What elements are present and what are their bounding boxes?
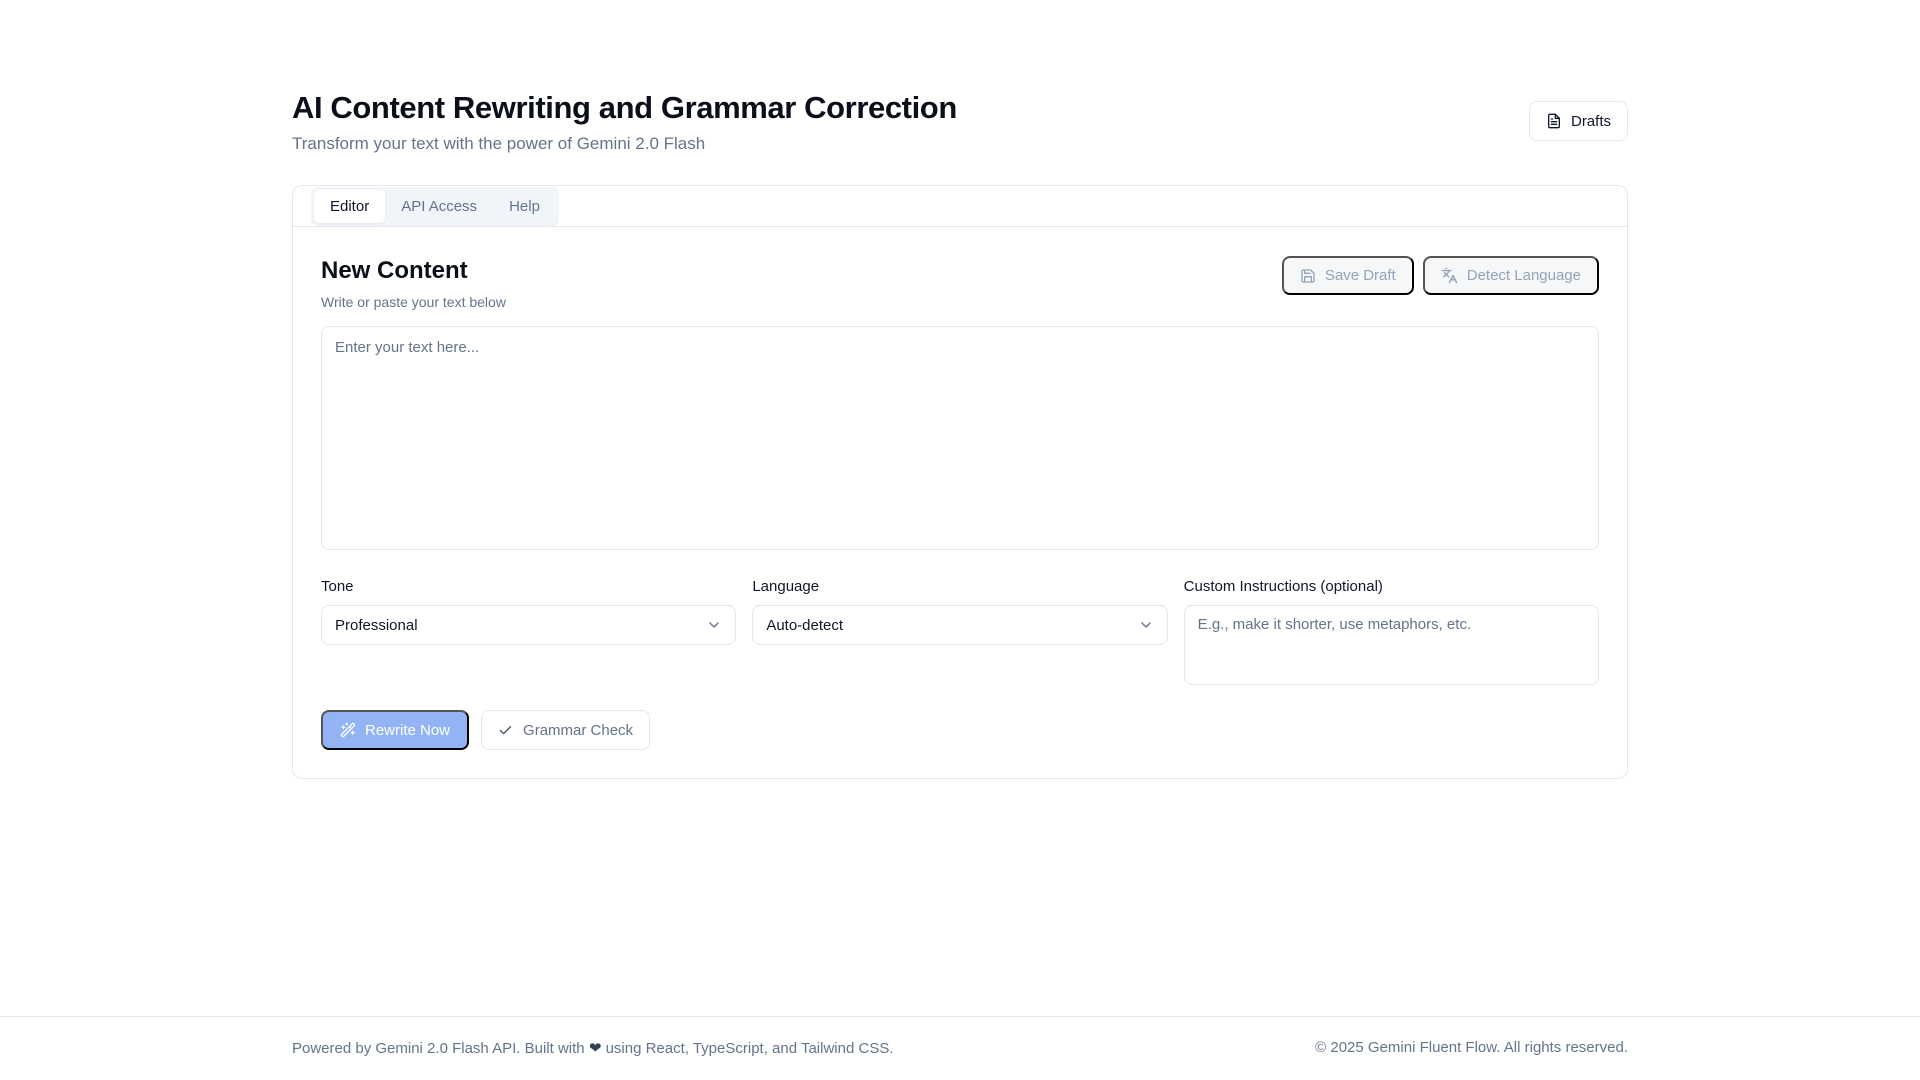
language-field: Language Auto-detect bbox=[752, 578, 1168, 690]
save-icon bbox=[1300, 268, 1316, 284]
rewrite-now-label: Rewrite Now bbox=[365, 721, 451, 739]
page-footer: Powered by Gemini 2.0 Flash API. Built w… bbox=[0, 1016, 1920, 1080]
language-label: Language bbox=[752, 578, 820, 595]
section-subtitle: Write or paste your text below bbox=[321, 294, 506, 310]
file-text-icon bbox=[1546, 113, 1562, 129]
options-row: Tone Professional Language Auto-detect C… bbox=[321, 578, 1599, 690]
custom-instructions-field: Custom Instructions (optional) bbox=[1183, 578, 1599, 690]
tab-editor[interactable]: Editor bbox=[314, 190, 386, 223]
custom-instructions-input[interactable] bbox=[1183, 605, 1599, 685]
page-title: AI Content Rewriting and Grammar Correct… bbox=[292, 90, 957, 125]
tab-api-access[interactable]: API Access bbox=[385, 190, 493, 223]
section-title: New Content bbox=[321, 257, 468, 284]
tone-field: Tone Professional bbox=[321, 578, 737, 690]
chevron-down-icon bbox=[706, 617, 722, 633]
drafts-label: Drafts bbox=[1570, 112, 1611, 130]
check-icon bbox=[498, 723, 513, 738]
footer-credits-suffix: using React, TypeScript, and Tailwind CS… bbox=[605, 1040, 894, 1057]
header-text: AI Content Rewriting and Grammar Correct… bbox=[292, 86, 957, 154]
save-draft-button[interactable]: Save Draft bbox=[1281, 256, 1414, 295]
grammar-check-button[interactable]: Grammar Check bbox=[481, 710, 651, 750]
editor-card: Editor API Access Help New Content Write… bbox=[292, 185, 1628, 779]
drafts-button[interactable]: Drafts bbox=[1528, 101, 1628, 141]
detect-language-button[interactable]: Detect Language bbox=[1422, 256, 1599, 295]
page-header: AI Content Rewriting and Grammar Correct… bbox=[292, 86, 1628, 154]
tone-value: Professional bbox=[335, 616, 418, 634]
grammar-check-label: Grammar Check bbox=[523, 721, 634, 739]
page-subtitle: Transform your text with the power of Ge… bbox=[292, 134, 706, 153]
editor-actions: Save Draft Detect Language bbox=[1281, 256, 1599, 310]
primary-actions: Rewrite Now Grammar Check bbox=[321, 710, 651, 750]
footer-copyright: © 2025 Gemini Fluent Flow. All rights re… bbox=[1315, 1039, 1628, 1056]
custom-instructions-label: Custom Instructions (optional) bbox=[1183, 578, 1383, 595]
tone-select[interactable]: Professional bbox=[321, 605, 737, 645]
app-page: AI Content Rewriting and Grammar Correct… bbox=[0, 0, 1920, 1080]
editor-section-header: New Content Write or paste your text bel… bbox=[321, 256, 1599, 310]
content-textarea[interactable] bbox=[321, 326, 1599, 550]
save-draft-label: Save Draft bbox=[1324, 267, 1396, 284]
tone-label: Tone bbox=[321, 578, 354, 595]
footer-credits: Powered by Gemini 2.0 Flash API. Built w… bbox=[292, 1039, 894, 1057]
chevron-down-icon bbox=[1138, 617, 1154, 633]
footer-credits-prefix: Powered by Gemini 2.0 Flash API. Built w… bbox=[292, 1040, 585, 1057]
language-select[interactable]: Auto-detect bbox=[752, 605, 1168, 645]
footer-content: Powered by Gemini 2.0 Flash API. Built w… bbox=[292, 1039, 1628, 1057]
heart-icon: ❤ bbox=[588, 1040, 602, 1057]
languages-icon bbox=[1441, 267, 1458, 284]
tabs-bar: Editor API Access Help bbox=[293, 186, 1627, 227]
magic-wand-icon bbox=[340, 722, 356, 738]
detect-language-label: Detect Language bbox=[1466, 267, 1581, 284]
editor-heading: New Content Write or paste your text bel… bbox=[321, 256, 506, 310]
tab-help[interactable]: Help bbox=[493, 190, 556, 223]
language-value: Auto-detect bbox=[766, 616, 844, 634]
rewrite-now-button[interactable]: Rewrite Now bbox=[321, 710, 470, 750]
tab-list: Editor API Access Help bbox=[311, 187, 559, 226]
